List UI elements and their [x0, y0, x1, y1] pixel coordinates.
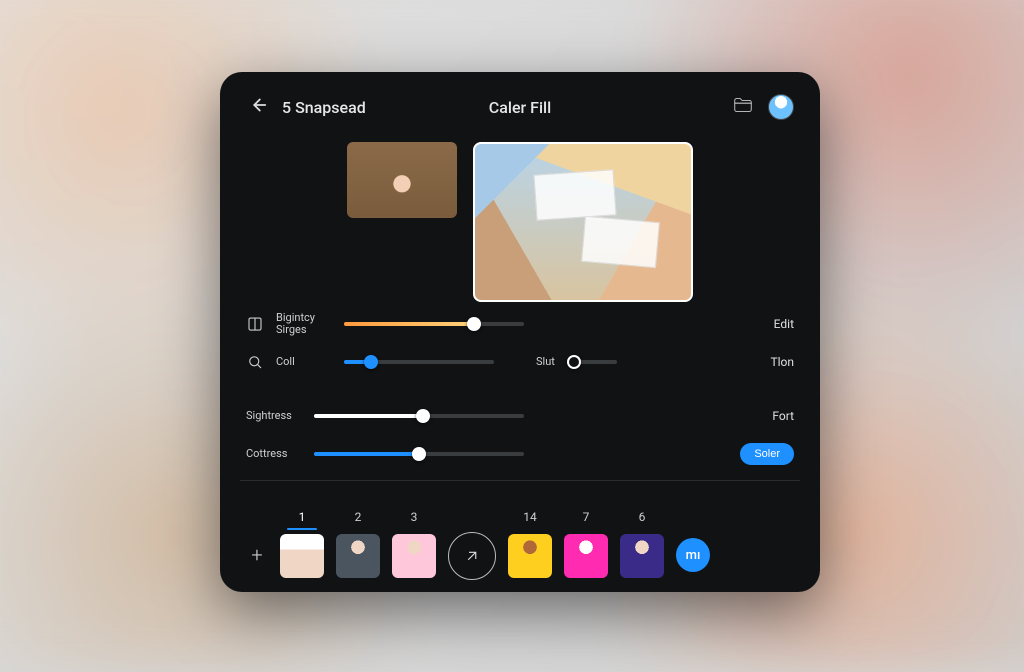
contrast-label: Cottress [246, 448, 302, 460]
strip-thumb [336, 534, 380, 578]
strip-item-3[interactable]: 3 [392, 510, 436, 578]
sightress-row: Sightress Fort [246, 402, 794, 430]
controls: Bigintcy Sirges Edit Coll Slut Tlon [246, 310, 794, 468]
user-avatar[interactable] [768, 94, 794, 120]
strip-num: 1 [299, 510, 306, 524]
preview-row [246, 142, 794, 302]
strip-num: 7 [583, 510, 590, 524]
strip-item-1[interactable]: 1 [280, 510, 324, 578]
expand-button[interactable] [448, 532, 496, 580]
layout-icon [246, 315, 264, 333]
sightress-label: Sightress [246, 410, 302, 422]
sightress-slider[interactable] [314, 414, 524, 418]
back-title: 5 Snapsead [282, 98, 366, 117]
brightness-label: Bigintcy Sirges [276, 312, 332, 336]
col-row: Coll Slut Tlon [246, 348, 794, 376]
back-icon[interactable] [246, 94, 268, 120]
fort-label[interactable]: Fort [772, 409, 794, 423]
magnify-icon [246, 353, 264, 371]
save-button[interactable]: Soler [740, 443, 794, 465]
preview-thumb-collage[interactable] [473, 142, 693, 302]
strip-num: 14 [523, 510, 537, 524]
add-button[interactable]: + [246, 544, 268, 566]
mi-button[interactable]: mı [676, 538, 710, 572]
strip-item-14[interactable]: 14 [508, 510, 552, 578]
top-bar: 5 Snapsead Caler Fill [246, 90, 794, 124]
strip-thumb [280, 534, 324, 578]
brightness-slider[interactable] [344, 322, 524, 326]
thumbnail-strip: + 1 2 3 14 7 6 [246, 504, 794, 578]
contrast-slider[interactable] [314, 452, 524, 456]
strip-num: 2 [355, 510, 362, 524]
brightness-row: Bigintcy Sirges Edit [246, 310, 794, 338]
folder-icon[interactable] [732, 94, 754, 120]
tlon-label[interactable]: Tlon [770, 355, 794, 369]
divider [240, 480, 800, 481]
strip-thumb [620, 534, 664, 578]
slut-label: Slut [536, 356, 555, 368]
strip-item-2[interactable]: 2 [336, 510, 380, 578]
strip-thumb [564, 534, 608, 578]
strip-thumb [392, 534, 436, 578]
strip-item-6[interactable]: 6 [620, 510, 664, 578]
strip-num: 6 [639, 510, 646, 524]
strip-thumb [508, 534, 552, 578]
edit-label[interactable]: Edit [774, 317, 794, 331]
strip-item-7[interactable]: 7 [564, 510, 608, 578]
editor-panel: 5 Snapsead Caler Fill Bigintcy Sirges Ed… [220, 72, 820, 592]
col-slider[interactable] [344, 360, 494, 364]
slut-slider[interactable] [567, 360, 617, 364]
strip-num: 3 [411, 510, 418, 524]
contrast-row: Cottress Soler [246, 440, 794, 468]
preview-thumb-single[interactable] [347, 142, 457, 218]
col-label: Coll [276, 356, 332, 368]
